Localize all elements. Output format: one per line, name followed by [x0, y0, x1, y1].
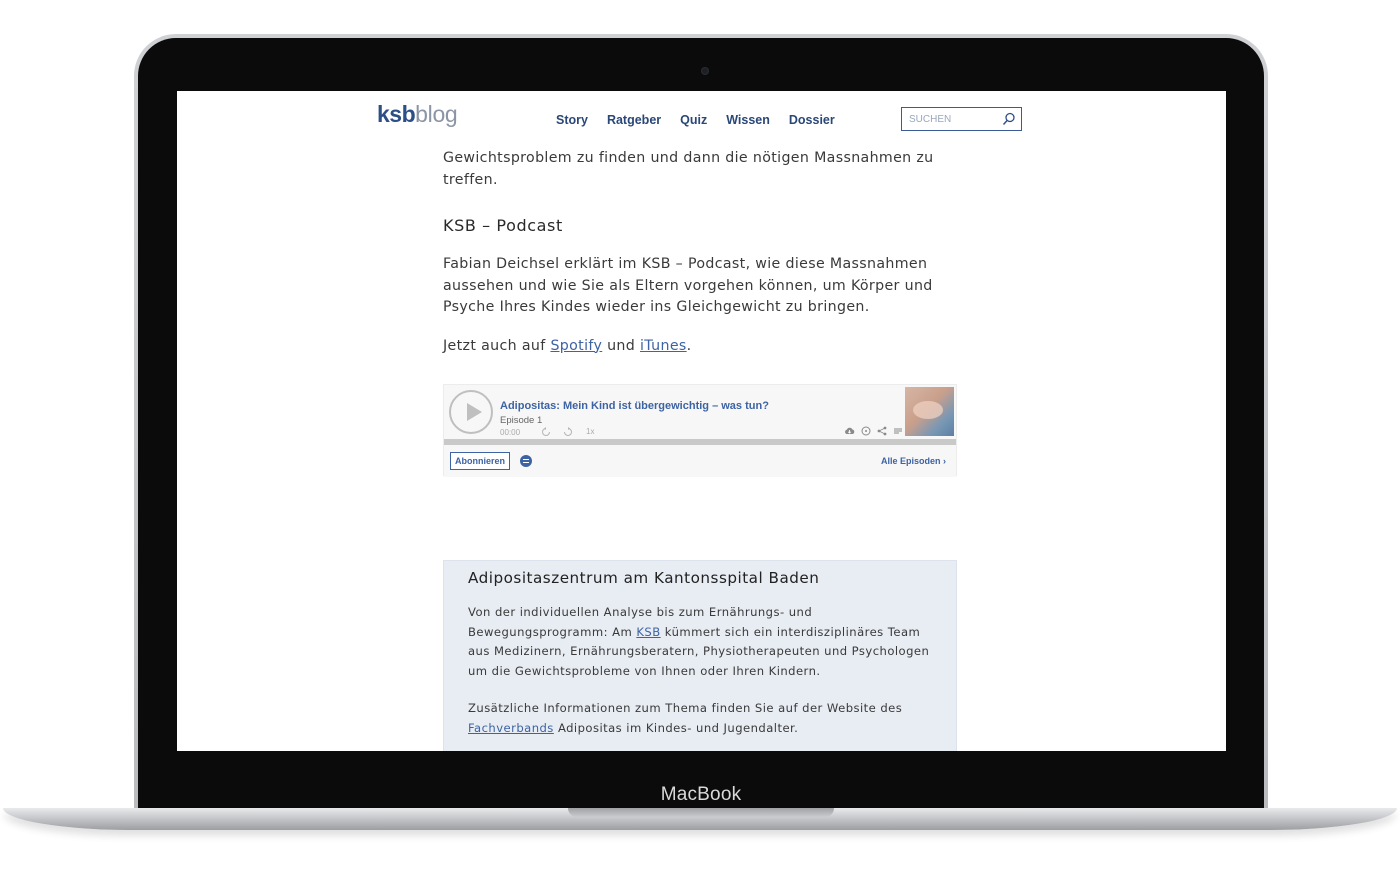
listen-on-line: Jetzt auch auf Spotify und iTunes. — [443, 336, 957, 358]
playback-speed[interactable]: 1x — [586, 427, 594, 436]
spotify-icon[interactable] — [520, 455, 532, 467]
playlist-icon[interactable] — [893, 426, 903, 436]
browser-viewport: ksbblog Story Ratgeber Quiz Wissen Dossi… — [177, 91, 1226, 751]
podcast-player: Adipositas: Mein Kind ist übergewichtig … — [443, 384, 957, 477]
laptop-notch — [568, 808, 834, 817]
listen-and: und — [602, 337, 640, 354]
info-box: Adipositaszentrum am Kantonsspital Baden… — [443, 560, 957, 751]
rewind-icon[interactable] — [541, 427, 551, 437]
nav-item-story[interactable]: Story — [556, 113, 588, 127]
info-p2-before: Zusätzliche Informationen zum Thema find… — [468, 701, 903, 715]
episode-number: Episode 1 — [500, 415, 543, 426]
play-button[interactable] — [449, 390, 493, 434]
episode-title[interactable]: Adipositas: Mein Kind ist übergewichtig … — [500, 400, 769, 412]
info-box-body: Von der individuellen Analyse bis zum Er… — [468, 603, 932, 738]
logo-blog: blog — [415, 101, 458, 127]
site-logo[interactable]: ksbblog — [377, 101, 458, 127]
logo-ksb: ksb — [377, 101, 416, 127]
subscribe-button[interactable]: Abonnieren — [450, 452, 511, 470]
ksb-link[interactable]: KSB — [636, 625, 660, 639]
itunes-link[interactable]: iTunes — [640, 338, 687, 354]
info-box-paragraph-1: Von der individuellen Analyse bis zum Er… — [468, 603, 932, 681]
site-header: ksbblog Story Ratgeber Quiz Wissen Dossi… — [177, 91, 1226, 146]
listen-prefix: Jetzt auch auf — [443, 337, 551, 354]
search-input[interactable] — [909, 113, 1005, 125]
spotify-link[interactable]: Spotify — [550, 338, 602, 354]
article-content: Gewichtsproblem zu finden und dann die n… — [443, 148, 957, 357]
podcast-description: Fabian Deichsel erklärt im KSB – Podcast… — [443, 256, 933, 315]
listen-suffix: . — [686, 337, 692, 354]
main-nav: Story Ratgeber Quiz Wissen Dossier — [556, 113, 854, 127]
download-icon[interactable] — [844, 426, 855, 436]
episode-cover-image — [905, 387, 954, 436]
player-actions — [844, 426, 903, 436]
forward-icon[interactable] — [563, 427, 573, 437]
article-intro: Gewichtsproblem zu finden und dann die n… — [443, 150, 934, 188]
player-footer: Abonnieren Alle Episoden › — [444, 445, 956, 477]
search-icon[interactable] — [1002, 112, 1016, 126]
elapsed-time: 00:00 — [500, 428, 521, 437]
nav-item-wissen[interactable]: Wissen — [726, 113, 770, 127]
nav-item-quiz[interactable]: Quiz — [680, 113, 707, 127]
share-icon[interactable] — [877, 426, 887, 436]
info-p2-after: Adipositas im Kindes- und Jugendalter. — [553, 720, 799, 735]
nav-item-dossier[interactable]: Dossier — [789, 113, 835, 127]
fachverband-link[interactable]: Fachverbands — [468, 721, 554, 735]
nav-item-ratgeber[interactable]: Ratgeber — [607, 113, 661, 127]
podcast-heading: KSB – Podcast — [443, 216, 563, 235]
all-episodes-link[interactable]: Alle Episoden › — [881, 456, 946, 466]
info-box-title: Adipositaszentrum am Kantonsspital Baden — [468, 569, 820, 587]
search-box — [901, 107, 1022, 131]
info-box-paragraph-2: Zusätzliche Informationen zum Thema find… — [468, 699, 932, 738]
info-icon[interactable] — [861, 426, 871, 436]
camera-icon — [701, 67, 709, 75]
device-label: MacBook — [660, 784, 742, 805]
